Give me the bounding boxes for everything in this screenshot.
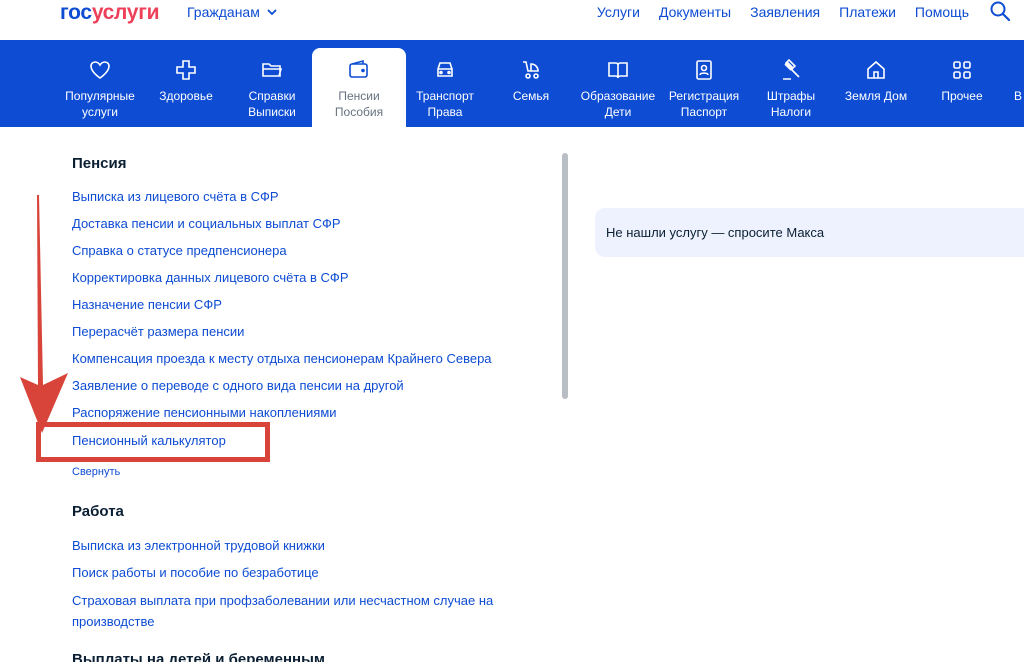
category-registration[interactable]: Регистрация Паспорт [664, 48, 744, 127]
audience-label: Гражданам [187, 4, 260, 20]
category-label-2: Дети [604, 105, 632, 119]
section-title-children: Выплаты на детей и беременным [72, 651, 325, 662]
collapse-link[interactable]: Свернуть [72, 466, 120, 478]
category-popular[interactable]: Популярные услуги [58, 48, 142, 127]
service-link[interactable]: Перерасчёт размера пенсии [72, 324, 244, 339]
service-link[interactable]: Доставка пенсии и социальных выплат СФР [72, 216, 341, 231]
grid-icon [950, 58, 974, 82]
section-title-work: Работа [72, 503, 124, 520]
section-title-pension: Пенсия [72, 155, 127, 172]
category-label-2: Выписки [248, 105, 296, 119]
service-link[interactable]: Выписка из электронной трудовой книжки [72, 538, 325, 553]
category-label-2: Пособия [334, 105, 384, 119]
service-link[interactable]: Поиск работы и пособие по безработице [72, 565, 319, 580]
category-label-2: Налоги [770, 105, 812, 119]
service-link[interactable]: Назначение пенсии СФР [72, 297, 222, 312]
service-link[interactable]: Компенсация проезда к месту отдыха пенси… [72, 351, 492, 366]
category-label-1: Транспорт [416, 89, 474, 103]
nav-applications[interactable]: Заявления [750, 4, 820, 20]
top-header: госуслуги Гражданам Услуги Документы Зая… [0, 0, 1024, 40]
category-label-1: Справки [248, 89, 296, 103]
house-icon [864, 58, 888, 82]
gosuslugi-logo[interactable]: госуслуги [60, 1, 160, 25]
chevron-down-icon [267, 9, 277, 16]
gavel-icon [779, 58, 803, 82]
category-label-1: Здоровье [159, 89, 213, 103]
search-icon[interactable] [989, 0, 1011, 22]
category-fines[interactable]: Штрафы Налоги [756, 48, 826, 127]
book-icon [606, 58, 630, 82]
category-family[interactable]: Семья [500, 48, 562, 127]
category-label-1: Земля Дом [844, 89, 908, 103]
service-link[interactable]: Страховая выплата при профзаболевании ил… [72, 590, 532, 632]
ask-assistant-text: Не нашли услугу — спросите Макса [606, 225, 825, 240]
category-land-house[interactable]: Земля Дом [838, 48, 914, 127]
category-certificates[interactable]: Справки Выписки [234, 48, 310, 127]
category-label-2: Права [427, 105, 463, 119]
ask-assistant-box[interactable]: Не нашли услугу — спросите Макса [595, 208, 1024, 257]
category-label-1: Образование [580, 89, 656, 103]
folder-icon [260, 58, 284, 82]
annotation-arrow-icon [20, 195, 68, 433]
category-health[interactable]: Здоровье [150, 48, 222, 127]
service-link[interactable]: Корректировка данных лицевого счёта в СФ… [72, 270, 349, 285]
passport-icon [692, 58, 716, 82]
service-link[interactable]: Заявление о переводе с одного вида пенси… [72, 378, 404, 393]
service-link[interactable]: Выписка из лицевого счёта в СФР [72, 189, 279, 204]
category-other[interactable]: Прочее [930, 48, 994, 127]
annotation-highlight-box [36, 422, 270, 462]
health-cross-icon [174, 58, 198, 82]
nav-help[interactable]: Помощь [915, 4, 969, 20]
category-pensions[interactable]: Пенсии Пособия [312, 48, 406, 127]
category-label-2: Паспорт [680, 105, 728, 119]
category-label-1: Прочее [941, 89, 983, 103]
category-label-2: услуги [82, 105, 118, 119]
category-label-1: Штрафы [766, 89, 816, 103]
category-bar: Популярные услуги Здоровье Справки Выпис… [0, 40, 1024, 127]
audience-selector[interactable]: Гражданам [187, 4, 278, 20]
car-icon [433, 58, 457, 82]
nav-payments[interactable]: Платежи [839, 4, 896, 20]
heart-icon [88, 58, 112, 82]
nav-services[interactable]: Услуги [597, 4, 640, 20]
wallet-icon [347, 58, 371, 82]
category-education[interactable]: Образование Дети [576, 48, 660, 127]
service-link[interactable]: Справка о статусе предпенсионера [72, 243, 287, 258]
category-truncated[interactable]: В [1014, 48, 1024, 127]
category-label-1: Популярные [65, 89, 135, 103]
stroller-icon [519, 58, 543, 82]
category-label-1: Регистрация [668, 89, 740, 103]
category-label-1: Пенсии [338, 89, 380, 103]
logo-part-uslugi: услуги [91, 1, 160, 24]
top-nav: Услуги Документы Заявления Платежи Помощ… [578, 4, 969, 20]
category-transport[interactable]: Транспорт Права [408, 48, 482, 127]
scrollbar-thumb[interactable] [562, 153, 568, 399]
category-label-1: В [1014, 89, 1023, 103]
nav-documents[interactable]: Документы [659, 4, 731, 20]
category-label-1: Семья [512, 89, 550, 103]
logo-part-gos: гос [60, 1, 92, 24]
service-link[interactable]: Распоряжение пенсионными накоплениями [72, 405, 337, 420]
